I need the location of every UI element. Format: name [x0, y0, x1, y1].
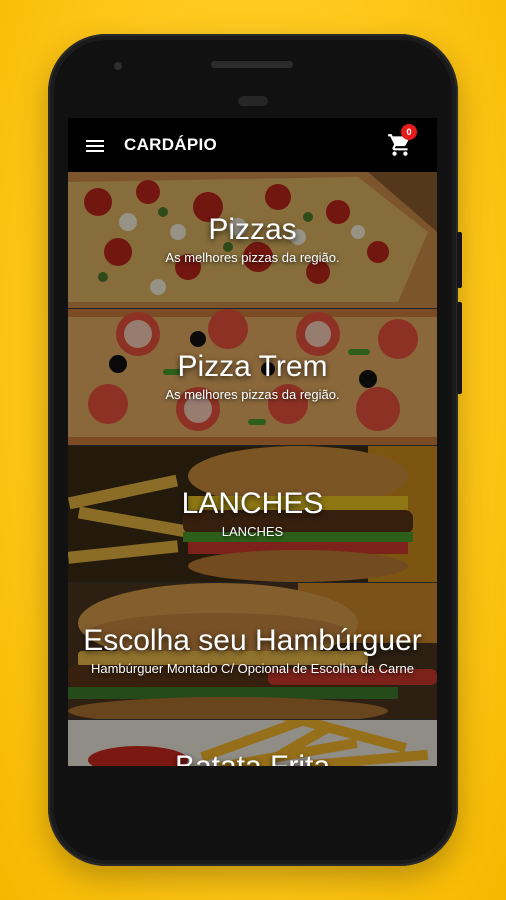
volume-button — [457, 232, 462, 288]
category-card-batata-frita[interactable]: Batata Frita — [68, 720, 437, 766]
cart-button[interactable]: 0 — [387, 124, 417, 158]
category-title: Batata Frita — [175, 750, 330, 766]
front-camera — [114, 62, 122, 70]
category-subtitle: LANCHES — [221, 524, 284, 539]
category-subtitle: Hambúrguer Montado C/ Opcional de Escolh… — [90, 661, 414, 676]
category-subtitle: As melhores pizzas da região. — [165, 250, 340, 265]
cart-count-badge: 0 — [401, 124, 417, 140]
category-card-pizzas[interactable]: Pizzas As melhores pizzas da região. — [68, 172, 437, 309]
earpiece — [238, 96, 268, 106]
menu-icon[interactable] — [86, 138, 104, 152]
category-title: Pizzas — [208, 213, 297, 246]
category-title: LANCHES — [181, 487, 324, 520]
category-card-lanches[interactable]: LANCHES LANCHES — [68, 446, 437, 583]
power-button — [457, 302, 462, 394]
category-card-pizza-trem[interactable]: Pizza Trem As melhores pizzas da região. — [68, 309, 437, 446]
app-bar: CARDÁPIO 0 — [68, 118, 437, 172]
page-title: CARDÁPIO — [124, 135, 218, 154]
app-screen: CARDÁPIO 0 Pizzas As melhores pizzas da … — [68, 118, 437, 766]
category-subtitle: As melhores pizzas da região. — [165, 387, 340, 402]
category-title: Pizza Trem — [177, 350, 328, 383]
category-title: Escolha seu Hambúrguer — [83, 624, 422, 657]
category-list: Pizzas As melhores pizzas da região. Piz… — [68, 172, 437, 766]
category-card-hamburguer[interactable]: Escolha seu Hambúrguer Hambúrguer Montad… — [68, 583, 437, 720]
speaker-grille — [211, 61, 293, 68]
